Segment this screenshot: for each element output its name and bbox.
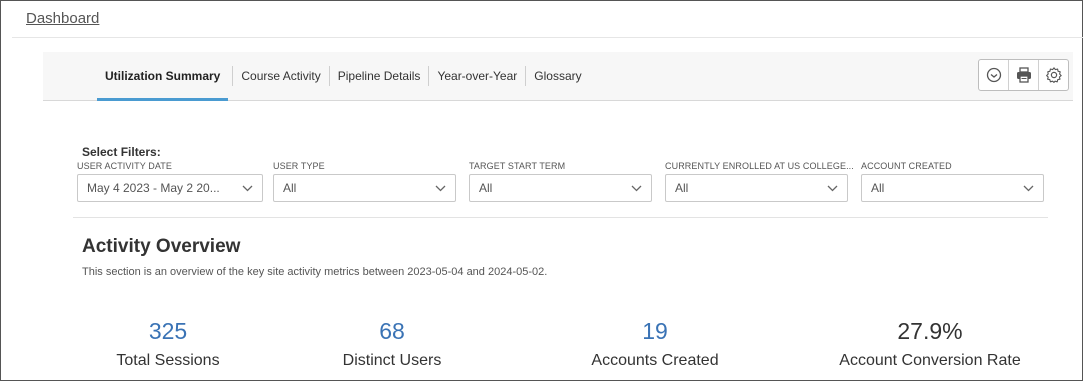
tab-course-activity[interactable]: Course Activity bbox=[233, 52, 328, 100]
metric-account-conversion-rate: 27.9% Account Conversion Rate bbox=[810, 316, 1050, 370]
chevron-down-icon bbox=[631, 185, 642, 191]
select-value: All bbox=[479, 181, 493, 195]
metric-value: 27.9% bbox=[897, 318, 963, 344]
filter-account-created: ACCOUNT CREATED All bbox=[861, 161, 1044, 202]
metric-label: Distinct Users bbox=[342, 352, 442, 369]
chevron-down-icon bbox=[242, 185, 253, 191]
metric-value: 68 bbox=[379, 318, 405, 344]
chevron-down-icon bbox=[435, 185, 446, 191]
filter-label: USER TYPE bbox=[273, 161, 325, 171]
chevron-down-icon bbox=[1023, 185, 1034, 191]
metric-value: 325 bbox=[148, 318, 188, 344]
filter-label: USER ACTIVITY DATE bbox=[77, 161, 172, 171]
filter-user-type: USER TYPE All bbox=[273, 161, 456, 202]
chevron-down-icon bbox=[827, 185, 838, 191]
section-divider bbox=[73, 217, 1048, 218]
user-type-select[interactable]: All bbox=[273, 174, 456, 202]
printer-icon[interactable] bbox=[1008, 60, 1038, 90]
tab-utilization-summary[interactable]: Utilization Summary bbox=[97, 52, 229, 101]
header-divider bbox=[12, 37, 1083, 38]
gear-icon[interactable] bbox=[1038, 60, 1068, 90]
select-value: All bbox=[675, 181, 689, 195]
tab-glossary[interactable]: Glossary bbox=[526, 52, 589, 100]
filter-target-start-term: TARGET START TERM All bbox=[469, 161, 652, 202]
select-value: May 4 2023 - May 2 20... bbox=[87, 181, 220, 195]
filter-currently-enrolled: CURRENTLY ENROLLED AT US COLLEGE... All bbox=[665, 161, 854, 202]
metric-accounts-created: 19 Accounts Created bbox=[535, 316, 775, 370]
select-value: All bbox=[283, 181, 297, 195]
filter-label: TARGET START TERM bbox=[469, 161, 566, 171]
select-value: All bbox=[871, 181, 885, 195]
filter-label: ACCOUNT CREATED bbox=[861, 161, 952, 171]
filters-title: Select Filters: bbox=[82, 145, 161, 159]
tab-year-over-year[interactable]: Year-over-Year bbox=[429, 52, 525, 100]
account-created-select[interactable]: All bbox=[861, 174, 1044, 202]
metric-distinct-users: 68 Distinct Users bbox=[272, 316, 512, 370]
metric-total-sessions: 325 Total Sessions bbox=[48, 316, 288, 370]
breadcrumb-dashboard[interactable]: Dashboard bbox=[26, 10, 99, 27]
target-start-term-select[interactable]: All bbox=[469, 174, 652, 202]
activity-overview-title: Activity Overview bbox=[82, 236, 241, 257]
filter-label: CURRENTLY ENROLLED AT US COLLEGE... bbox=[665, 161, 854, 171]
metric-label: Total Sessions bbox=[116, 352, 220, 369]
activity-overview-description: This section is an overview of the key s… bbox=[82, 266, 548, 278]
user-activity-date-select[interactable]: May 4 2023 - May 2 20... bbox=[77, 174, 263, 202]
tab-bar: Utilization Summary Course Activity Pipe… bbox=[43, 52, 1073, 101]
metric-label: Account Conversion Rate bbox=[839, 352, 1021, 369]
currently-enrolled-select[interactable]: All bbox=[665, 174, 848, 202]
metric-label: Accounts Created bbox=[591, 352, 719, 369]
filter-user-activity-date: USER ACTIVITY DATE May 4 2023 - May 2 20… bbox=[77, 161, 263, 202]
toolbar bbox=[978, 59, 1069, 91]
tab-pipeline-details[interactable]: Pipeline Details bbox=[330, 52, 429, 100]
clock-icon[interactable] bbox=[979, 60, 1008, 90]
metric-value: 19 bbox=[642, 318, 668, 344]
